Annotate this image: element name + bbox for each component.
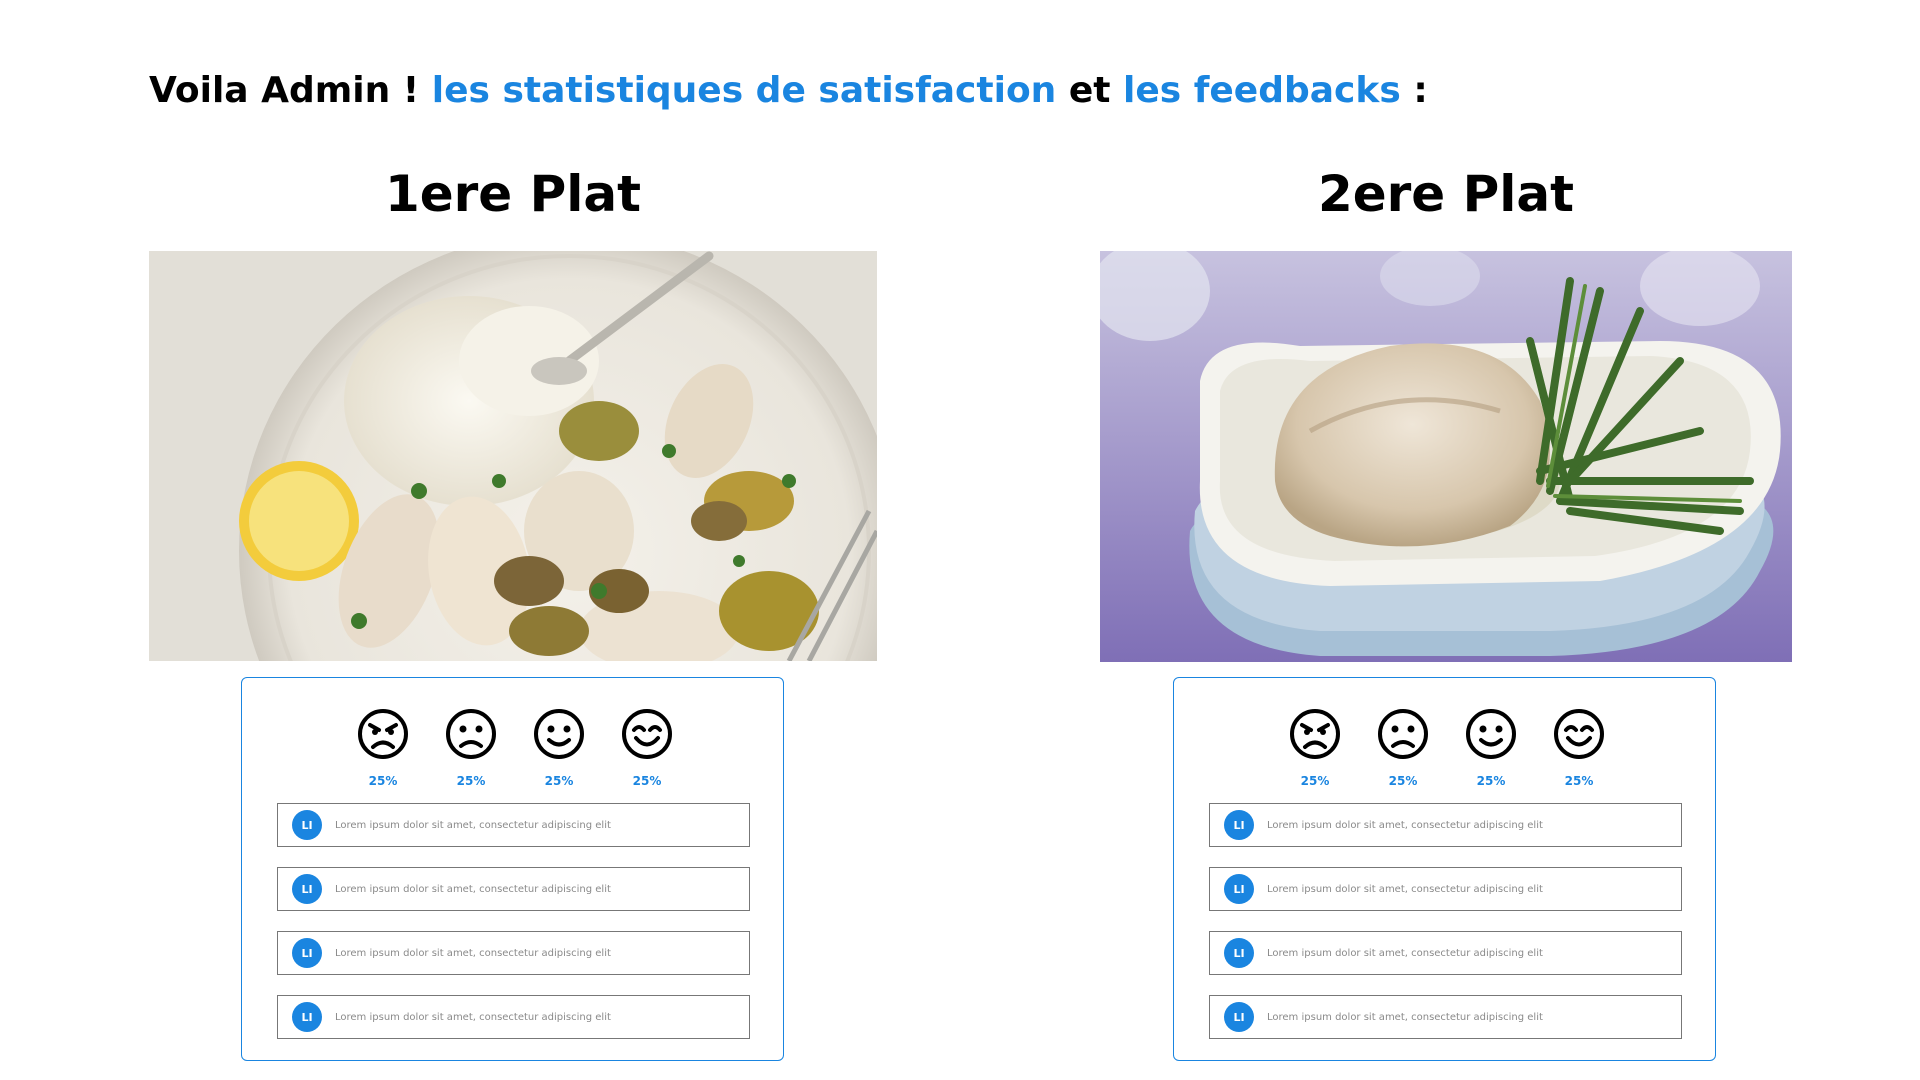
feedback-item[interactable]: LI Lorem ipsum dolor sit amet, consectet… <box>277 867 750 911</box>
feedback-list: LI Lorem ipsum dolor sit amet, consectet… <box>1209 803 1682 1059</box>
dish-title-2: 2ere Plat <box>1317 165 1575 223</box>
rating-angry-percent: 25% <box>1300 774 1330 788</box>
stats-link[interactable]: les statistiques de satisfaction <box>432 70 1057 111</box>
feedback-text: Lorem ipsum dolor sit amet, consectetur … <box>335 819 611 831</box>
sad-face-icon <box>1378 709 1428 759</box>
feedback-text: Lorem ipsum dolor sit amet, consectetur … <box>335 947 611 959</box>
avatar: LI <box>292 938 322 968</box>
rating-happy-percent: 25% <box>632 774 662 788</box>
feedback-item[interactable]: LI Lorem ipsum dolor sit amet, consectet… <box>1209 867 1682 911</box>
avatar: LI <box>292 874 322 904</box>
rating-stats: 25% 25% 25% 25% <box>1174 708 1715 788</box>
rating-angry-percent: 25% <box>368 774 398 788</box>
smile-face-icon <box>1466 709 1516 759</box>
rating-smile[interactable]: 25% <box>1461 708 1521 788</box>
feedbacks-link[interactable]: les feedbacks <box>1123 70 1401 111</box>
feedback-item[interactable]: LI Lorem ipsum dolor sit amet, consectet… <box>1209 803 1682 847</box>
avatar: LI <box>1224 1002 1254 1032</box>
title-suffix: : <box>1400 70 1428 111</box>
rating-angry[interactable]: 25% <box>1285 708 1345 788</box>
happy-face-icon <box>622 709 672 759</box>
rating-sad[interactable]: 25% <box>441 708 501 788</box>
avatar: LI <box>1224 874 1254 904</box>
feedback-text: Lorem ipsum dolor sit amet, consectetur … <box>1267 883 1543 895</box>
feedback-item[interactable]: LI Lorem ipsum dolor sit amet, consectet… <box>277 803 750 847</box>
feedback-list: LI Lorem ipsum dolor sit amet, consectet… <box>277 803 750 1059</box>
feedback-text: Lorem ipsum dolor sit amet, consectetur … <box>1267 947 1543 959</box>
rating-happy[interactable]: 25% <box>617 708 677 788</box>
feedback-panel-2: 25% 25% 25% 25% LI Lorem ipsum dolor sit… <box>1173 677 1716 1061</box>
rating-happy[interactable]: 25% <box>1549 708 1609 788</box>
angry-face-icon <box>358 709 408 759</box>
feedback-item[interactable]: LI Lorem ipsum dolor sit amet, consectet… <box>277 995 750 1039</box>
dish-image-1 <box>149 251 877 661</box>
rating-smile[interactable]: 25% <box>529 708 589 788</box>
avatar: LI <box>292 1002 322 1032</box>
feedback-text: Lorem ipsum dolor sit amet, consectetur … <box>335 883 611 895</box>
rating-stats: 25% 25% 25% 25% <box>242 708 783 788</box>
happy-face-icon <box>1554 709 1604 759</box>
rating-smile-percent: 25% <box>544 774 574 788</box>
rating-sad[interactable]: 25% <box>1373 708 1433 788</box>
chicken-green-beans-plate-icon <box>1100 251 1792 662</box>
feedback-item[interactable]: LI Lorem ipsum dolor sit amet, consectet… <box>277 931 750 975</box>
rating-angry[interactable]: 25% <box>353 708 413 788</box>
avatar: LI <box>292 810 322 840</box>
smile-face-icon <box>534 709 584 759</box>
feedback-text: Lorem ipsum dolor sit amet, consectetur … <box>1267 819 1543 831</box>
feedback-panel-1: 25% 25% 25% 25% LI Lorem ipsum dolor sit… <box>241 677 784 1061</box>
rating-sad-percent: 25% <box>1388 774 1418 788</box>
rating-sad-percent: 25% <box>456 774 486 788</box>
sad-face-icon <box>446 709 496 759</box>
rating-happy-percent: 25% <box>1564 774 1594 788</box>
avatar: LI <box>1224 810 1254 840</box>
rating-smile-percent: 25% <box>1476 774 1506 788</box>
chicken-rice-mushroom-plate-icon <box>149 251 877 661</box>
feedback-text: Lorem ipsum dolor sit amet, consectetur … <box>1267 1011 1543 1023</box>
feedback-text: Lorem ipsum dolor sit amet, consectetur … <box>335 1011 611 1023</box>
feedback-item[interactable]: LI Lorem ipsum dolor sit amet, consectet… <box>1209 931 1682 975</box>
title-connector: et <box>1056 70 1124 111</box>
angry-face-icon <box>1290 709 1340 759</box>
title-prefix: Voila Admin ! <box>149 70 432 111</box>
dish-image-2 <box>1100 251 1792 662</box>
page-title: Voila Admin ! les statistiques de satisf… <box>149 70 1428 111</box>
feedback-item[interactable]: LI Lorem ipsum dolor sit amet, consectet… <box>1209 995 1682 1039</box>
dish-title-1: 1ere Plat <box>384 165 642 223</box>
avatar: LI <box>1224 938 1254 968</box>
